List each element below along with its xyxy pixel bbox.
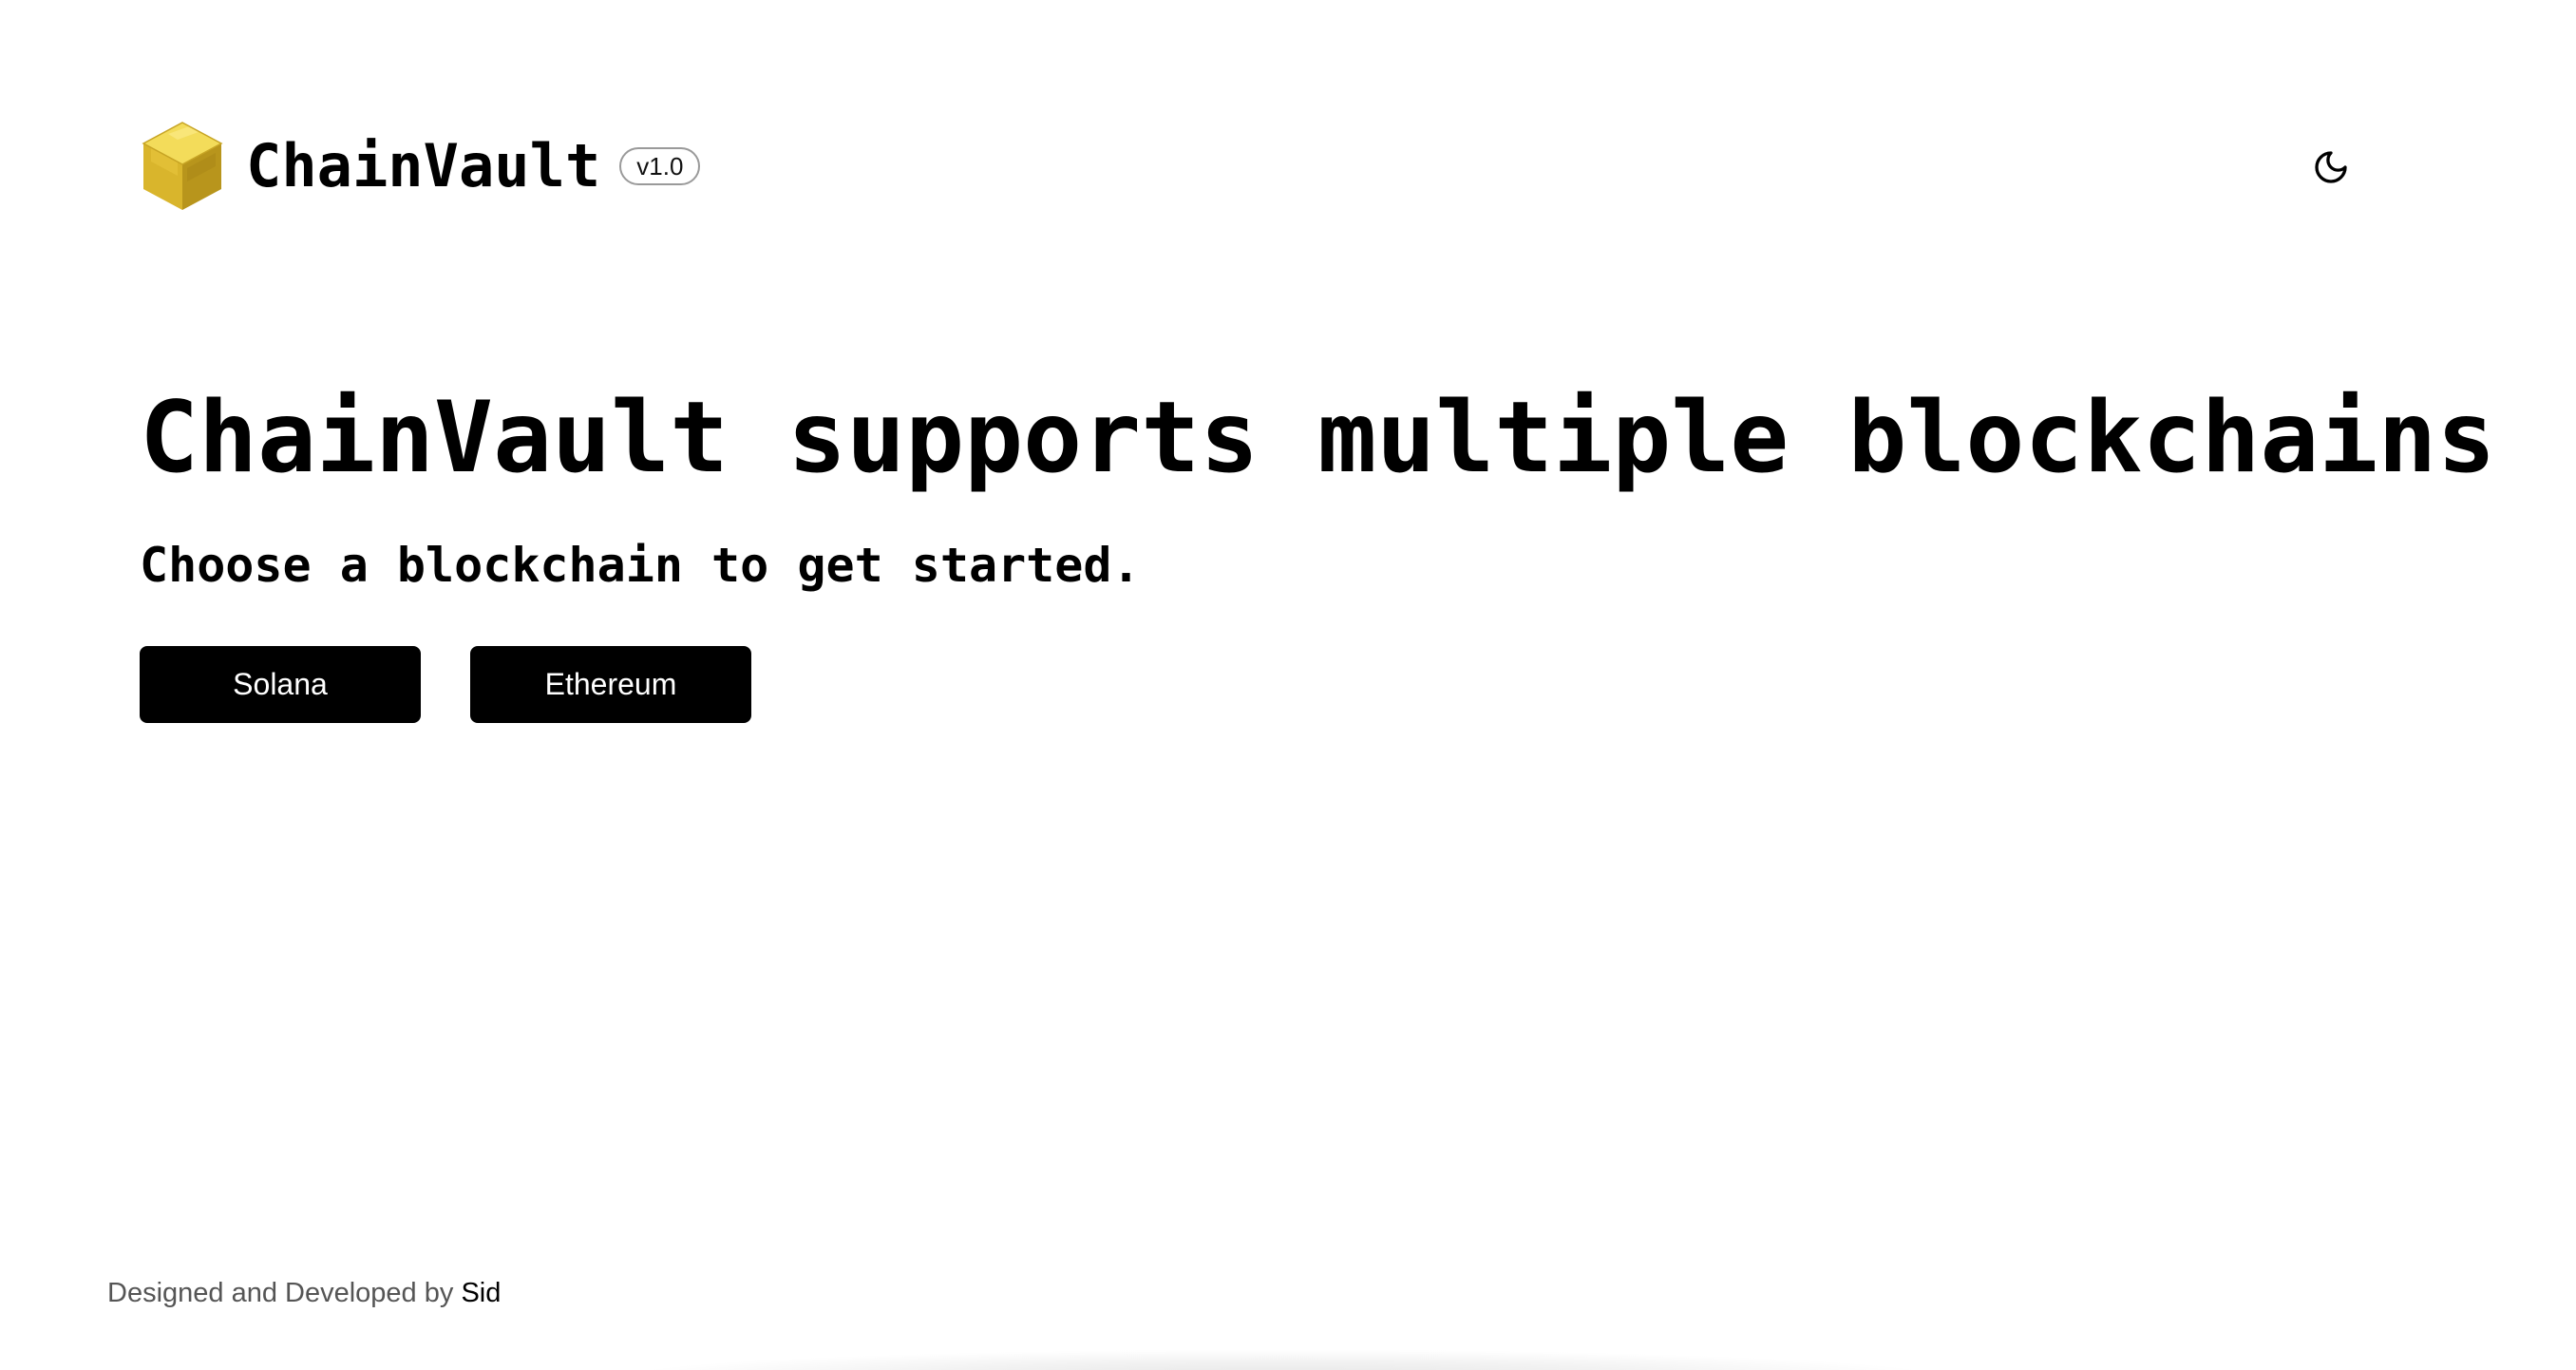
- moon-icon: [2315, 151, 2347, 183]
- gold-cube-icon: [142, 122, 223, 210]
- site-header: ChainVault v1.0: [140, 119, 2353, 214]
- bottom-shadow-decoration: [608, 1349, 1957, 1370]
- brand-name: ChainVault: [246, 131, 601, 200]
- chain-button-group: Solana Ethereum: [140, 646, 751, 723]
- ethereum-button[interactable]: Ethereum: [470, 646, 751, 723]
- hero-title: ChainVault supports multiple blockchains: [140, 381, 2496, 495]
- footer-prefix: Designed and Developed by: [107, 1278, 454, 1308]
- version-badge: v1.0: [619, 147, 701, 185]
- hero-subtitle: Choose a blockchain to get started.: [140, 538, 1141, 593]
- footer-credit: Designed and Developed by Sid: [107, 1278, 501, 1309]
- theme-toggle-button[interactable]: [2309, 145, 2353, 189]
- footer-author-link[interactable]: Sid: [461, 1278, 501, 1308]
- solana-button[interactable]: Solana: [140, 646, 421, 723]
- brand[interactable]: ChainVault v1.0: [140, 119, 701, 214]
